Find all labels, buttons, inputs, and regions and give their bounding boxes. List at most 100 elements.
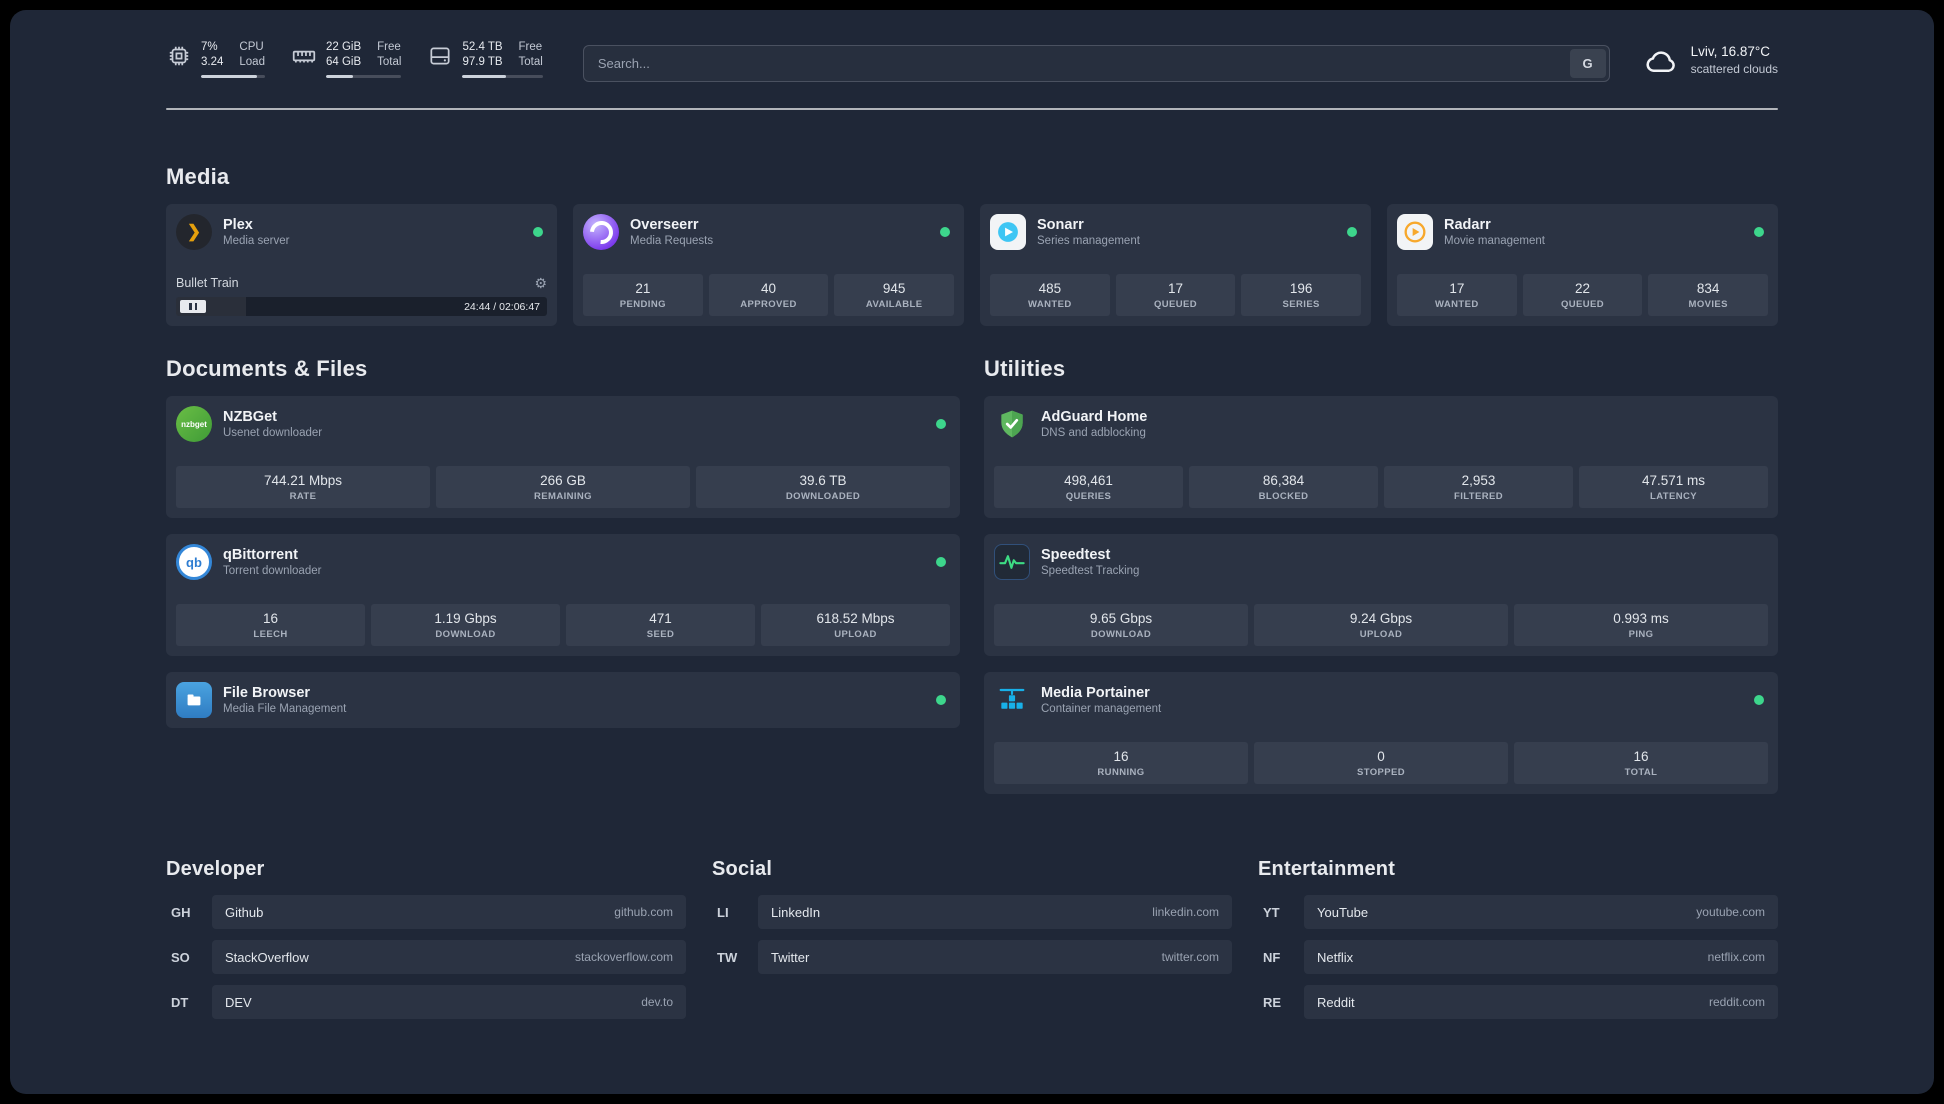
speedtest-icon — [994, 544, 1030, 580]
stat-value: 39.6 TB — [799, 473, 847, 488]
playback-progress-bar[interactable]: 24:44 / 02:06:47 — [176, 297, 547, 316]
portainer-link[interactable]: Media Portainer Container management — [994, 682, 1768, 718]
disk-free-value: 52.4 TB — [462, 41, 503, 53]
stat-label: UPLOAD — [834, 629, 877, 640]
stat-value: 16 — [1633, 749, 1649, 764]
stat-filtered: 2,953 FILTERED — [1384, 466, 1573, 508]
stat-leech: 16 LEECH — [176, 604, 365, 646]
bookmark-row-youtube: YT YouTube youtube.com — [1258, 895, 1778, 929]
section-title-developer: Developer — [166, 858, 265, 880]
bookmark-link-github[interactable]: Github github.com — [212, 895, 686, 929]
stat-label: AVAILABLE — [865, 299, 923, 310]
section-title-documents: Documents & Files — [166, 356, 368, 381]
plex-link[interactable]: ❯ Plex Media server — [176, 214, 547, 250]
status-dot-online — [1754, 227, 1764, 237]
service-desc: Usenet downloader — [223, 426, 323, 439]
portainer-icon — [994, 682, 1030, 718]
stat-label: MOVIES — [1688, 299, 1728, 310]
stat-label: QUEUED — [1560, 299, 1605, 310]
overseerr-link[interactable]: Overseerr Media Requests — [583, 214, 954, 250]
stat-value: 22 — [1574, 281, 1591, 296]
service-desc: Media server — [223, 234, 290, 247]
adguard-icon — [994, 406, 1030, 442]
stat-label: RUNNING — [1097, 767, 1145, 778]
bookmark-url: netflix.com — [1707, 950, 1765, 964]
service-desc: Media File Management — [223, 702, 347, 715]
stat-label: DOWNLOAD — [435, 629, 496, 640]
stat-value: 266 GB — [540, 473, 586, 488]
stat-stopped: 0 STOPPED — [1254, 742, 1508, 784]
stat-value: 16 — [1113, 749, 1129, 764]
service-card-plex: ❯ Plex Media server Bullet Train ⚙ 24:44… — [166, 204, 557, 326]
service-name: Plex — [223, 216, 253, 233]
stat-approved: 40 APPROVED — [708, 274, 829, 316]
stat-total: 16 TOTAL — [1514, 742, 1768, 784]
status-dot-online — [936, 419, 946, 429]
disk-free-label: Free — [518, 41, 543, 53]
stat-running: 16 RUNNING — [994, 742, 1248, 784]
cpu-meter — [201, 75, 265, 78]
sonarr-link[interactable]: Sonarr Series management — [990, 214, 1361, 250]
top-bar: 7% 3.24 CPU Load 22 GiB 64 GiB Free Tota… — [166, 10, 1778, 82]
service-name: AdGuard Home — [1041, 408, 1148, 425]
service-card-sonarr: Sonarr Series management 485 WANTED 17 Q… — [980, 204, 1371, 326]
stat-value: 40 — [760, 281, 777, 296]
bookmark-link-netflix[interactable]: Netflix netflix.com — [1304, 940, 1778, 974]
bookmark-link-youtube[interactable]: YouTube youtube.com — [1304, 895, 1778, 929]
service-desc: Series management — [1037, 234, 1140, 247]
bookmark-url: dev.to — [641, 995, 673, 1009]
service-desc: Torrent downloader — [223, 564, 322, 577]
stat-ping: 0.993 ms PING — [1514, 604, 1768, 646]
bookmark-link-reddit[interactable]: Reddit reddit.com — [1304, 985, 1778, 1019]
radarr-link[interactable]: Radarr Movie management — [1397, 214, 1768, 250]
bookmark-row-reddit: RE Reddit reddit.com — [1258, 985, 1778, 1019]
stat-label: STOPPED — [1356, 767, 1406, 778]
bookmark-link-stackoverflow[interactable]: StackOverflow stackoverflow.com — [212, 940, 686, 974]
gear-icon[interactable]: ⚙ — [534, 276, 547, 290]
filebrowser-link[interactable]: File Browser Media File Management — [176, 682, 950, 718]
service-name: Speedtest — [1041, 546, 1111, 563]
bookmark-row-stackoverflow: SO StackOverflow stackoverflow.com — [166, 940, 686, 974]
pause-button[interactable] — [180, 300, 206, 313]
bookmark-link-linkedin[interactable]: LinkedIn linkedin.com — [758, 895, 1232, 929]
search-provider-button[interactable]: G — [1569, 49, 1606, 78]
bookmark-row-github: GH Github github.com — [166, 895, 686, 929]
qbittorrent-link[interactable]: qb qBittorrent Torrent downloader — [176, 544, 950, 580]
speedtest-link[interactable]: Speedtest Speedtest Tracking — [994, 544, 1768, 580]
bookmark-abbr: DT — [171, 994, 189, 1010]
qbittorrent-icon-text: qb — [186, 554, 202, 570]
stat-label: PENDING — [619, 299, 666, 310]
cpu-widget: 7% 3.24 CPU Load — [166, 40, 265, 78]
bookmark-row-dev: DT DEV dev.to — [166, 985, 686, 1019]
disk-meter — [462, 75, 543, 78]
weather-widget: Lviv, 16.87°C scattered clouds — [1644, 43, 1778, 77]
stat-downloaded: 39.6 TB DOWNLOADED — [696, 466, 950, 508]
stat-value: 618.52 Mbps — [816, 611, 895, 626]
adguard-link[interactable]: AdGuard Home DNS and adblocking — [994, 406, 1768, 442]
bookmark-abbr: SO — [171, 949, 190, 965]
bookmark-group-developer: Developer GH Github github.com SO StackO… — [166, 858, 686, 1019]
bookmark-row-linkedin: LI LinkedIn linkedin.com — [712, 895, 1232, 929]
status-dot-online — [940, 227, 950, 237]
stat-label: DOWNLOADED — [785, 491, 861, 502]
nzbget-link[interactable]: nzbget NZBGet Usenet downloader — [176, 406, 950, 442]
cpu-usage-value: 7% — [201, 41, 218, 53]
nzbget-icon-text: nzbget — [181, 419, 207, 429]
status-dot-online — [936, 557, 946, 567]
cloud-icon — [1646, 51, 1675, 72]
stat-value: 47.571 ms — [1641, 473, 1706, 488]
stat-label: BLOCKED — [1258, 491, 1309, 502]
stat-value: 17 — [1167, 281, 1184, 296]
status-dot-online — [533, 227, 543, 237]
stat-label: APPROVED — [740, 299, 797, 310]
search-input[interactable] — [582, 45, 1610, 82]
stat-series: 196 SERIES — [1241, 274, 1362, 316]
bookmark-link-dev[interactable]: DEV dev.to — [212, 985, 686, 1019]
stat-value: 9.24 Gbps — [1349, 611, 1413, 626]
cpu-label: CPU — [239, 41, 264, 53]
stat-value: 16 — [262, 611, 279, 626]
service-card-filebrowser: File Browser Media File Management — [166, 672, 960, 728]
stat-blocked: 86,384 BLOCKED — [1189, 466, 1378, 508]
bookmark-link-twitter[interactable]: Twitter twitter.com — [758, 940, 1232, 974]
bookmark-name: Netflix — [1317, 949, 1354, 965]
